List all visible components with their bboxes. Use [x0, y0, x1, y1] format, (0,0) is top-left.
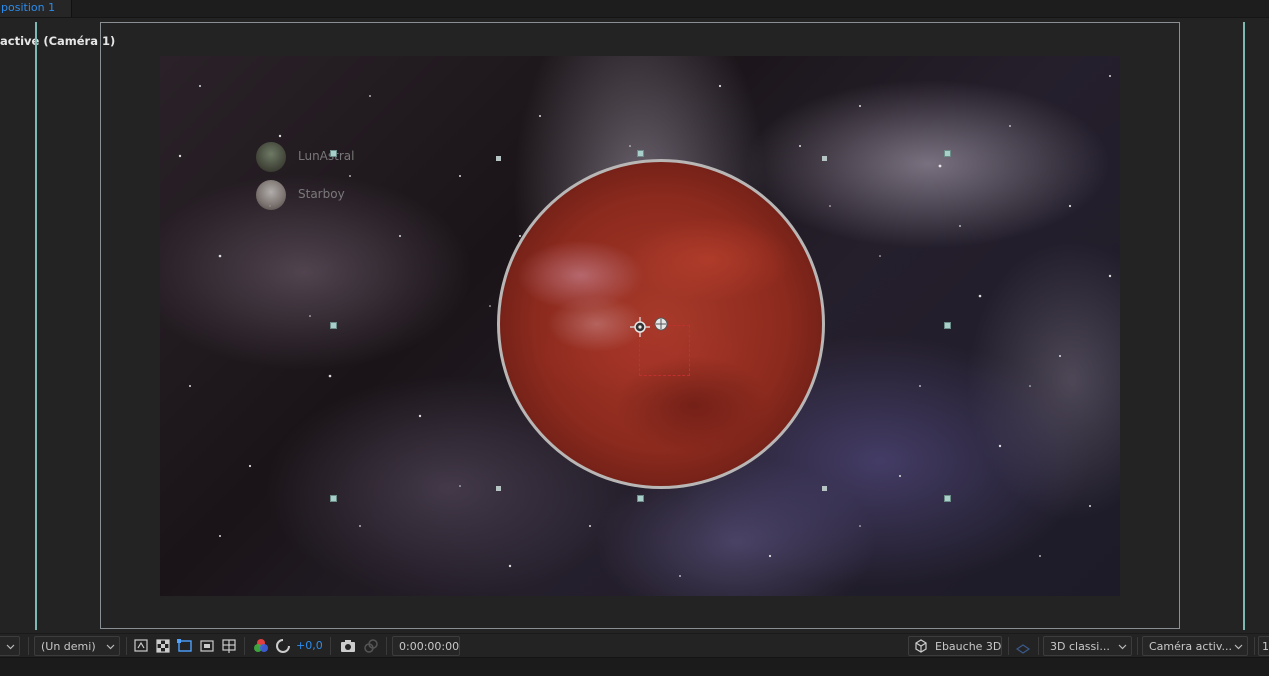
- 3d-view-mode-dropdown[interactable]: 3D classi...: [1043, 636, 1132, 656]
- show-snapshot-icon[interactable]: [362, 637, 380, 655]
- current-time-field[interactable]: 0:00:00:00: [392, 636, 460, 656]
- separator: [386, 637, 387, 655]
- separator: [1137, 637, 1138, 655]
- magnification-dropdown[interactable]: [0, 636, 20, 656]
- transform-handle[interactable]: [637, 150, 644, 157]
- composition-viewer-window: position 1 active (Caméra 1) LunAstral S…: [0, 0, 1269, 676]
- resolution-dropdown[interactable]: (Un demi): [34, 636, 120, 656]
- reset-exposure-icon[interactable]: [274, 637, 292, 655]
- separator: [330, 637, 331, 655]
- chevron-down-icon: [106, 644, 115, 650]
- color-channels-icon[interactable]: [252, 637, 270, 655]
- anchor-point-icon[interactable]: [630, 317, 650, 337]
- bottom-panel-strip: [0, 657, 1269, 676]
- tab-bar: position 1: [0, 0, 1269, 18]
- mask-handle[interactable]: [822, 486, 827, 491]
- layer-name: Starboy: [298, 187, 345, 201]
- transform-handle[interactable]: [944, 150, 951, 157]
- position-marker-icon[interactable]: [654, 317, 668, 331]
- view-mode-value: 3D classi...: [1050, 640, 1110, 653]
- transform-handle[interactable]: [944, 322, 951, 329]
- 3d-ground-plane-icon[interactable]: [1014, 637, 1032, 655]
- camera-view-dropdown[interactable]: Caméra activ...: [1142, 636, 1248, 656]
- left-guide-line[interactable]: [35, 22, 37, 630]
- right-guide-line[interactable]: [1243, 22, 1245, 630]
- viewer-toolbar: (Un demi) +0,0 0:00:00:00 Ebauche 3D 3D …: [0, 633, 1269, 657]
- camera-snapshot-icon[interactable]: [339, 637, 357, 655]
- 3d-draft-icon: [915, 639, 927, 653]
- transform-handle[interactable]: [330, 322, 337, 329]
- transform-handle[interactable]: [944, 495, 951, 502]
- active-camera-label: active (Caméra 1): [0, 34, 116, 48]
- exposure-value[interactable]: +0,0: [296, 636, 323, 656]
- separator: [126, 637, 127, 655]
- views-layout-dropdown[interactable]: 1: [1258, 636, 1269, 656]
- separator: [244, 637, 245, 655]
- layer-name: LunAstral: [298, 149, 355, 163]
- transform-handle[interactable]: [330, 495, 337, 502]
- chevron-down-icon: [1118, 644, 1127, 650]
- fast-preview-icon[interactable]: [132, 637, 150, 655]
- tab-composition[interactable]: position 1: [0, 0, 72, 17]
- grid-guides-icon[interactable]: [220, 637, 238, 655]
- separator: [1038, 637, 1039, 655]
- camera-view-value: Caméra activ...: [1149, 640, 1232, 653]
- avatar: [256, 180, 286, 210]
- mask-handle[interactable]: [822, 156, 827, 161]
- transform-handle[interactable]: [330, 150, 337, 157]
- transparency-grid-icon[interactable]: [154, 637, 172, 655]
- renderer-label: Ebauche 3D: [935, 640, 1002, 653]
- separator: [1254, 637, 1255, 655]
- chevron-down-icon: [6, 644, 15, 650]
- separator: [1008, 637, 1009, 655]
- separator: [28, 637, 29, 655]
- resolution-value: (Un demi): [41, 640, 96, 653]
- transform-handle[interactable]: [637, 495, 644, 502]
- mask-handle[interactable]: [496, 486, 501, 491]
- avatar: [256, 142, 286, 172]
- chevron-down-icon: [1234, 644, 1243, 650]
- composition-canvas[interactable]: LunAstral Starboy: [160, 56, 1120, 596]
- mask-handle[interactable]: [496, 156, 501, 161]
- mask-path-icon[interactable]: [176, 637, 194, 655]
- region-of-interest-icon[interactable]: [198, 637, 216, 655]
